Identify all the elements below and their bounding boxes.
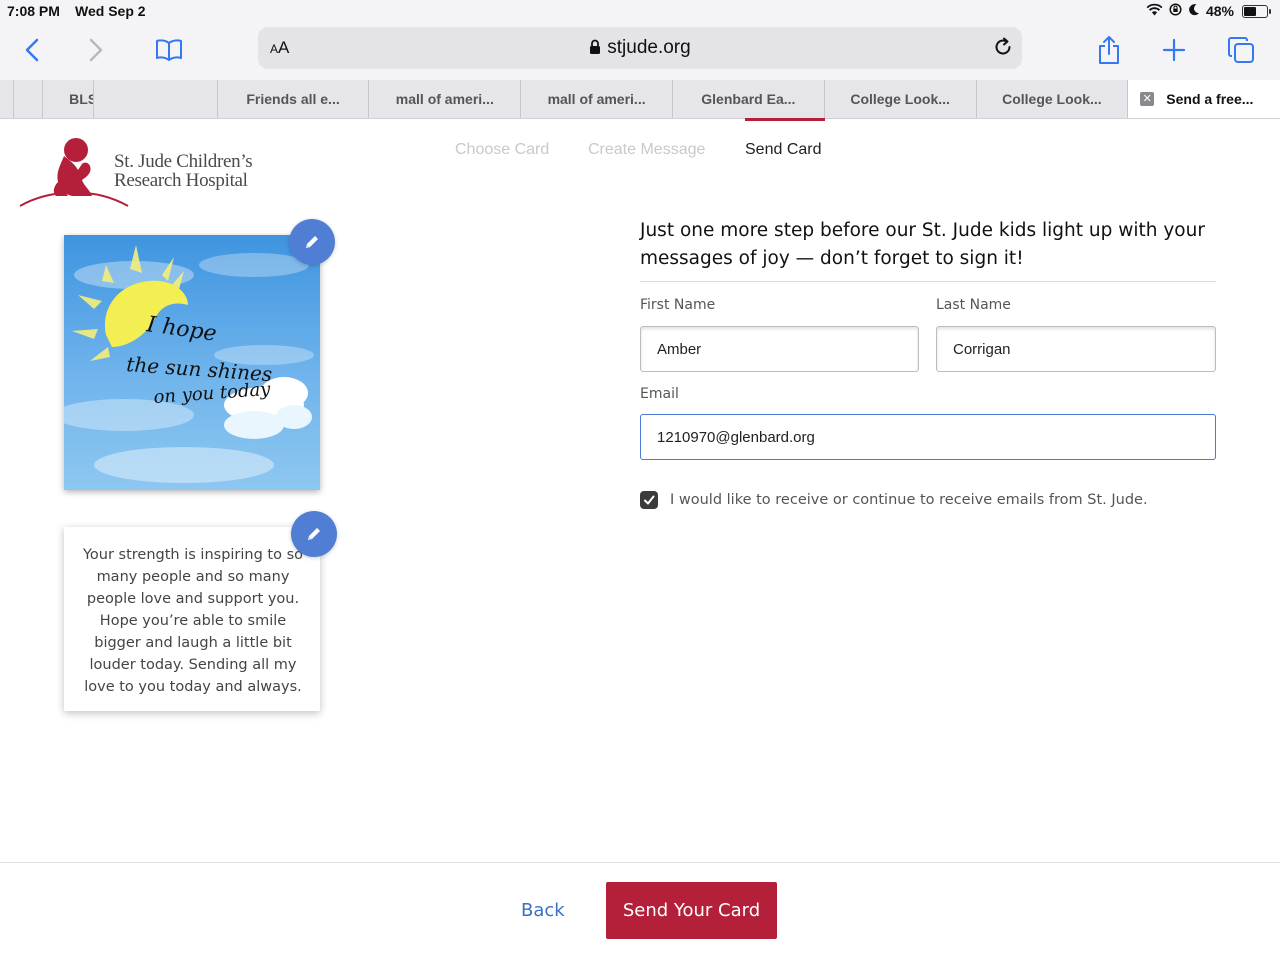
first-name-label: First Name [640, 297, 716, 313]
browser-tab[interactable]: mall of ameri... [369, 80, 522, 118]
divider [640, 281, 1216, 282]
battery-percent: 48% [1205, 3, 1234, 19]
lock-rotation-icon [1169, 3, 1182, 19]
tab-overview-icon[interactable] [1225, 34, 1257, 66]
browser-tab-active[interactable]: ✕ Send a free... [1128, 80, 1280, 118]
status-bar: 7:08 PM Wed Sep 2 48% [0, 0, 1280, 22]
status-time: 7:08 PM [7, 3, 60, 19]
back-arrow-icon[interactable] [16, 34, 48, 66]
browser-tab[interactable]: Glenbard Ea... [673, 80, 825, 118]
logo-line-1: St. Jude Children’s [114, 151, 253, 172]
checkmark-icon [644, 495, 655, 505]
last-name-label: Last Name [936, 297, 1011, 313]
email-label: Email [640, 386, 679, 402]
share-icon[interactable] [1093, 34, 1125, 66]
browser-tab[interactable] [14, 80, 43, 118]
stjude-logo[interactable]: St. Jude Children’s Research Hospital [18, 136, 258, 212]
first-name-field[interactable]: Amber [640, 326, 919, 372]
url-host-text: stjude.org [607, 37, 691, 58]
edit-card-image-button[interactable] [289, 219, 335, 265]
tab-strip: BLS Search. BLS Search. Friends all e...… [0, 80, 1280, 119]
send-your-card-button[interactable]: Send Your Card [606, 882, 777, 939]
form-heading: Just one more step before our St. Jude k… [640, 220, 1205, 269]
email-consent-checkbox[interactable] [640, 491, 658, 509]
step-send-card[interactable]: Send Card [745, 141, 822, 159]
bookmarks-icon[interactable] [153, 34, 185, 66]
padlock-icon [589, 39, 601, 61]
logo-line-2: Research Hospital [114, 170, 248, 191]
reload-icon[interactable] [992, 36, 1014, 63]
status-icons: 48% [1146, 3, 1271, 19]
logo-wordmark: St. Jude Children’s Research Hospital [114, 151, 253, 191]
browser-tab[interactable]: College Look... [825, 80, 977, 118]
email-field[interactable]: 1210970@glenbard.org [640, 414, 1216, 460]
browser-tab[interactable]: BLS Search. [94, 80, 218, 118]
url-display[interactable]: stjude.org [258, 37, 1022, 61]
email-consent-label: I would like to receive or continue to r… [670, 492, 1148, 508]
browser-tab[interactable]: mall of ameri... [521, 80, 673, 118]
moon-icon [1188, 3, 1200, 19]
new-tab-plus-icon[interactable] [1158, 34, 1190, 66]
pencil-icon [306, 236, 318, 248]
card-image-preview: I hope the sun shines on you today [64, 235, 320, 490]
browser-tab[interactable]: Friends all e... [218, 80, 370, 118]
status-date: Wed Sep 2 [75, 3, 146, 19]
back-button[interactable]: Back [521, 900, 565, 921]
browser-tab[interactable] [0, 80, 14, 118]
footer-divider [0, 862, 1280, 863]
browser-tab[interactable]: College Look... [977, 80, 1129, 118]
address-bar[interactable]: AA stjude.org [258, 27, 1022, 69]
active-step-indicator [745, 118, 825, 121]
email-consent: I would like to receive or continue to r… [640, 491, 1148, 509]
wifi-icon [1146, 3, 1163, 19]
close-tab-icon[interactable]: ✕ [1140, 92, 1155, 106]
step-create-message[interactable]: Create Message [588, 141, 705, 159]
tab-label: BLS Search. [69, 91, 93, 107]
browser-tab[interactable]: BLS Search. [43, 80, 94, 118]
forward-arrow-icon[interactable] [80, 34, 112, 66]
card-message-text: Your strength is inspiring to so many pe… [82, 547, 304, 695]
tab-label: Send a free... [1166, 91, 1254, 107]
sun-and-sky-card-art: I hope the sun shines on you today [64, 235, 320, 490]
battery-icon [1242, 4, 1271, 18]
edit-card-message-button[interactable] [291, 511, 337, 557]
last-name-field[interactable]: Corrigan [936, 326, 1216, 372]
step-choose-card[interactable]: Choose Card [455, 141, 549, 159]
browser-toolbar: AA stjude.org [0, 22, 1280, 80]
pencil-icon [308, 528, 320, 540]
card-message-preview: Your strength is inspiring to so many pe… [64, 527, 320, 711]
